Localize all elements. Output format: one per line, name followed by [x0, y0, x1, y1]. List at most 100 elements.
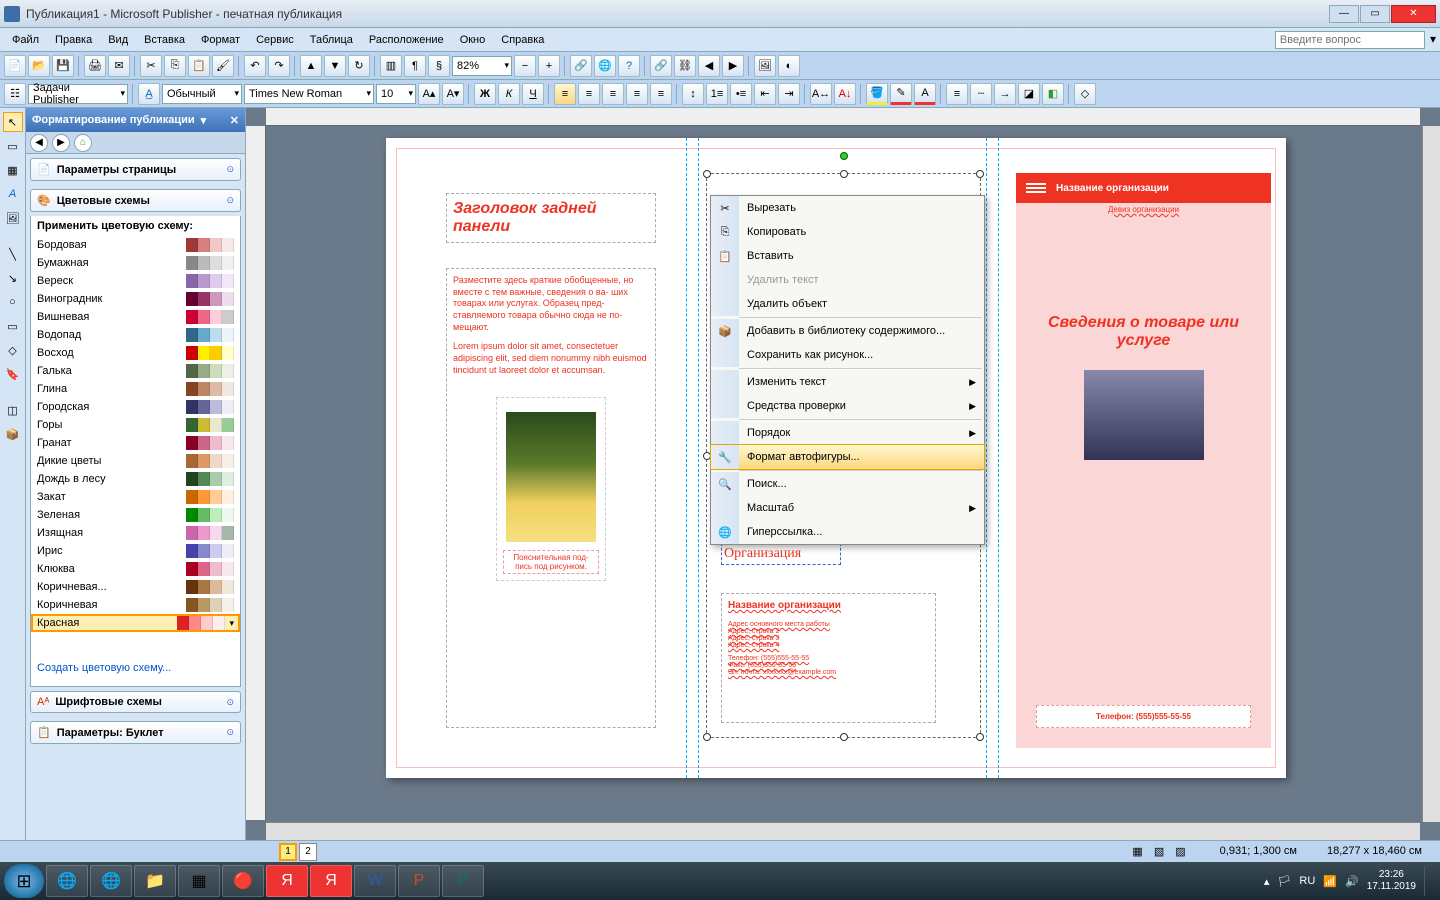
context-menu-item[interactable]: Сохранить как рисунок...	[711, 343, 984, 367]
print-button[interactable]: 🖨	[84, 55, 106, 77]
save-button[interactable]: 💾	[52, 55, 74, 77]
zoom-out-button[interactable]: −	[514, 55, 536, 77]
color-scheme-list[interactable]: БордоваяБумажнаяВерескВиноградникВишнева…	[31, 236, 240, 656]
close-button[interactable]: ✕	[1391, 5, 1436, 23]
context-menu-item[interactable]: Изменить текст▶	[711, 370, 984, 394]
context-menu-item[interactable]: 📦Добавить в библиотеку содержимого...	[711, 319, 984, 343]
textbox-tool[interactable]: ▭	[3, 136, 23, 156]
color-scheme-item[interactable]: Коричневая...	[31, 578, 240, 596]
line-spacing-button[interactable]: ↕	[682, 83, 704, 105]
create-scheme-link[interactable]: Создать цветовую схему...	[31, 656, 240, 680]
italic-button[interactable]: К	[498, 83, 520, 105]
page-tab-2[interactable]: 2	[299, 843, 317, 861]
align-left-button[interactable]: ≡	[554, 83, 576, 105]
context-menu-item[interactable]: ✂Вырезать	[711, 196, 984, 220]
text-direction-button[interactable]: A↓	[834, 83, 856, 105]
line-tool[interactable]: ╲	[3, 244, 23, 264]
color-scheme-item[interactable]: Изящная	[31, 524, 240, 542]
style-combo[interactable]: Обычный	[162, 84, 242, 104]
vertical-scrollbar[interactable]	[1422, 126, 1440, 822]
context-menu-item[interactable]: ⎘Копировать	[711, 220, 984, 244]
org-bar[interactable]: Название организации	[1016, 173, 1271, 203]
help-button[interactable]: ?	[618, 55, 640, 77]
menu-tools[interactable]: Сервис	[248, 31, 302, 49]
taskpane-back-button[interactable]: ◀	[30, 134, 48, 152]
zoom-in-button[interactable]: +	[538, 55, 560, 77]
horizontal-ruler[interactable]	[266, 108, 1420, 126]
view-icons[interactable]: ▦ ▧ ▨	[1132, 845, 1189, 858]
design-gallery-tool[interactable]: ◫	[3, 400, 23, 420]
color-scheme-item[interactable]: Галька	[31, 362, 240, 380]
color-scheme-item[interactable]: Клюква	[31, 560, 240, 578]
tray-clock[interactable]: 23:26 17.11.2019	[1367, 869, 1416, 893]
start-button[interactable]: ⊞	[4, 864, 44, 898]
numbering-button[interactable]: 1≡	[706, 83, 728, 105]
tray-flag-icon[interactable]: 🏳	[1277, 875, 1291, 888]
help-dropdown-icon[interactable]: ▾	[1428, 32, 1436, 46]
prev-frame-button[interactable]: ◀	[698, 55, 720, 77]
color-scheme-item[interactable]: Горы	[31, 416, 240, 434]
menu-view[interactable]: Вид	[100, 31, 136, 49]
minimize-button[interactable]: —	[1329, 5, 1359, 23]
taskbar-word[interactable]: W	[354, 865, 396, 897]
autoshapes-tool[interactable]: ◇	[3, 340, 23, 360]
email-button[interactable]: ✉	[108, 55, 130, 77]
redo-button[interactable]: ↷	[268, 55, 290, 77]
resize-handle-n[interactable]	[840, 170, 848, 178]
color-scheme-item[interactable]: Зеленая	[31, 506, 240, 524]
resize-handle-ne[interactable]	[976, 170, 984, 178]
content-library-tool[interactable]: 📦	[3, 424, 23, 444]
bookmark-tool[interactable]: 🔖	[3, 364, 23, 384]
tray-network-icon[interactable]: 📶	[1323, 875, 1337, 888]
web-preview-button[interactable]: 🌐	[594, 55, 616, 77]
undo-button[interactable]: ↶	[244, 55, 266, 77]
menu-format[interactable]: Формат	[193, 31, 248, 49]
grow-font-button[interactable]: A▴	[418, 83, 440, 105]
taskpane-home-button[interactable]: ⌂	[74, 134, 92, 152]
underline-button[interactable]: Ч	[522, 83, 544, 105]
cut-button[interactable]: ✂	[140, 55, 162, 77]
3d-button[interactable]: ◧	[1042, 83, 1064, 105]
resize-handle-nw[interactable]	[703, 170, 711, 178]
context-menu-item[interactable]: Средства проверки▶	[711, 394, 984, 418]
back-body-textbox[interactable]: Разместите здесь краткие обобщенные, но …	[446, 268, 656, 728]
menu-arrange[interactable]: Расположение	[361, 31, 452, 49]
hyperlink-button[interactable]: 🔗	[570, 55, 592, 77]
arrow-tool[interactable]: ↘	[3, 268, 23, 288]
taskbar-ie2[interactable]: 🌐	[90, 865, 132, 897]
section-page-params[interactable]: 📄 Параметры страницы ⊙	[30, 158, 241, 181]
line-color-button[interactable]: ✎	[890, 83, 912, 105]
taskbar-publisher[interactable]: P	[442, 865, 484, 897]
font-combo[interactable]: Times New Roman	[244, 84, 374, 104]
line-style-button[interactable]: ≡	[946, 83, 968, 105]
color-scheme-item[interactable]: Вишневая	[31, 308, 240, 326]
front-phone[interactable]: Телефон: (555)555-55-55	[1036, 705, 1251, 728]
align-right-button[interactable]: ≡	[602, 83, 624, 105]
resize-handle-se[interactable]	[976, 733, 984, 741]
help-search-input[interactable]	[1275, 31, 1425, 49]
menu-window[interactable]: Окно	[452, 31, 494, 49]
justify-button[interactable]: ≡	[626, 83, 648, 105]
vertical-ruler[interactable]	[246, 126, 266, 820]
color-scheme-item[interactable]: Бордовая	[31, 236, 240, 254]
tasks-icon[interactable]: ☷	[4, 83, 26, 105]
color-scheme-item[interactable]: Дикие цветы	[31, 452, 240, 470]
decrease-indent-button[interactable]: ⇤	[754, 83, 776, 105]
context-menu-item[interactable]: 🌐Гиперссылка...	[711, 520, 984, 544]
color-scheme-item[interactable]: Гранат	[31, 434, 240, 452]
next-frame-button[interactable]: ▶	[722, 55, 744, 77]
resize-handle-s[interactable]	[840, 733, 848, 741]
select-tool[interactable]: ↖	[3, 112, 23, 132]
image-frame[interactable]: Пояснительная под- пись под рисунком.	[496, 397, 606, 581]
bring-front-button[interactable]: ▲	[300, 55, 322, 77]
context-menu-item[interactable]: Порядок▶	[711, 421, 984, 445]
back-heading-textbox[interactable]: Заголовок задней панели	[446, 193, 656, 243]
tray-lang[interactable]: RU	[1299, 875, 1315, 887]
send-back-button[interactable]: ▼	[324, 55, 346, 77]
insert-shape-button[interactable]: ◇	[1074, 83, 1096, 105]
taskpane-dropdown-icon[interactable]: ▾	[201, 114, 207, 127]
page-tab-1[interactable]: 1	[279, 843, 297, 861]
rotation-handle[interactable]	[840, 152, 848, 160]
wordart-tool[interactable]: A	[3, 184, 23, 204]
styles-icon[interactable]: A̲	[138, 83, 160, 105]
